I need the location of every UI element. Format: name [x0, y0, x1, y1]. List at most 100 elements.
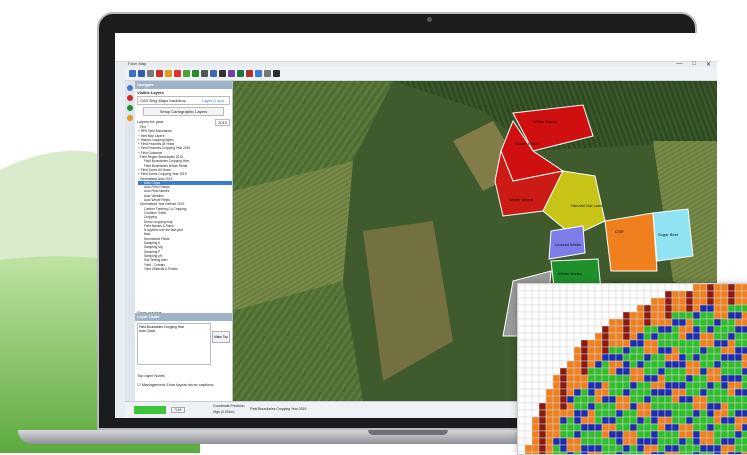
grid-cell	[552, 416, 561, 425]
grid-cell	[608, 318, 617, 327]
layer-order-list[interactable]: Field Boundaries Cropping Year Auto Crop…	[137, 323, 211, 365]
layer-tree[interactable]: - Text + RPA Field Boundaries + Inlet Map …	[135, 125, 232, 271]
grid-cell	[727, 388, 736, 397]
field-label: Winter Barley	[558, 271, 582, 276]
grid-cell	[671, 388, 680, 397]
grid-cell	[580, 430, 589, 439]
print-icon[interactable]	[147, 70, 154, 77]
basemap-select[interactable]: CAS Bing Maps backdrop Layer & opa...	[137, 96, 230, 105]
cursor-icon[interactable]	[273, 70, 280, 77]
delete-icon[interactable]	[246, 70, 253, 77]
coord-input[interactable]: 7169	[171, 407, 185, 413]
grid-cell	[713, 318, 722, 327]
grid-cell	[629, 402, 638, 411]
year-label: Layers for year	[137, 119, 164, 124]
make-top-button[interactable]: Make Top	[212, 331, 230, 343]
grid-cell	[643, 325, 652, 334]
grid-cell	[734, 437, 743, 446]
setup-layers-button[interactable]: Setup Cartographic Layers	[143, 107, 224, 116]
grid-cell	[629, 353, 638, 362]
zoom-in-icon[interactable]	[174, 70, 181, 77]
draw-icon[interactable]	[228, 70, 235, 77]
grid-cell	[699, 381, 708, 390]
grid-cell	[587, 325, 596, 334]
grid-icon[interactable]	[129, 70, 136, 77]
zoom-out-icon[interactable]	[201, 70, 208, 77]
grid-cell	[629, 381, 638, 390]
grid-cell	[601, 346, 610, 355]
grid-cell	[573, 395, 582, 404]
grid-cell	[650, 318, 659, 327]
year-select[interactable]: 2019	[215, 119, 230, 126]
grid-cell	[594, 374, 603, 383]
warning-icon[interactable]	[165, 70, 172, 77]
grid-cell	[678, 409, 687, 418]
grid-cell	[643, 374, 652, 383]
tools-icon[interactable]	[127, 115, 133, 121]
grid-cell	[713, 388, 722, 397]
grid-cell	[608, 444, 617, 453]
management-zone-checkbox[interactable]: ☐ Management Zone layers show captions	[135, 381, 216, 388]
grid-cell	[636, 367, 645, 376]
layer-tree-item[interactable]: Yield Oilseeds & Pulses	[138, 267, 232, 271]
grid-cell	[524, 423, 533, 432]
zone-grid-inset	[517, 283, 747, 455]
grid-cell	[650, 332, 659, 341]
field-icon[interactable]	[127, 105, 133, 111]
grid-cell	[636, 284, 645, 292]
visible-layers-title: Visible Layers	[137, 90, 164, 95]
crop-icon[interactable]	[127, 95, 133, 101]
select-icon[interactable]	[219, 70, 226, 77]
grid-cell	[615, 395, 624, 404]
layer-order-item[interactable]: Auto Crops	[139, 329, 209, 333]
field-osr[interactable]	[604, 212, 658, 272]
basemap-extra[interactable]: Layer & opa...	[202, 98, 227, 103]
grid-cell	[713, 451, 722, 454]
map-icon[interactable]	[192, 70, 199, 77]
measure-icon[interactable]	[237, 70, 244, 77]
info-icon[interactable]	[255, 70, 262, 77]
grid-cell	[608, 374, 617, 383]
grid-cell	[580, 367, 589, 376]
grid-cell	[720, 325, 729, 334]
grid-cell	[692, 346, 701, 355]
grid-cell	[594, 430, 603, 439]
grid-cell	[601, 297, 610, 306]
grid-cell	[615, 409, 624, 418]
grid-cell	[559, 388, 568, 397]
grid-cell	[741, 374, 747, 383]
grid-cell	[594, 304, 603, 313]
settings-icon[interactable]	[264, 70, 271, 77]
grid-cell	[650, 395, 659, 404]
save-icon[interactable]	[138, 70, 145, 77]
grid-cell	[692, 444, 701, 453]
grid-cell	[573, 332, 582, 341]
grid-cell	[566, 423, 575, 432]
field-label: Sugar Beet	[658, 232, 679, 237]
pan-icon[interactable]	[210, 70, 217, 77]
grid-cell	[741, 297, 747, 306]
grid-cell	[720, 402, 729, 411]
grid-cell	[531, 451, 540, 454]
grid-cell	[692, 353, 701, 362]
grid-cell	[657, 346, 666, 355]
grid-cell	[538, 451, 547, 454]
grid-cell	[622, 395, 631, 404]
grid-cell	[622, 437, 631, 446]
stop-icon[interactable]	[156, 70, 163, 77]
grid-cell	[720, 297, 729, 306]
grid-cell	[629, 284, 638, 292]
grid-cell	[580, 402, 589, 411]
navigate-icon[interactable]	[127, 85, 133, 91]
grid-cell	[692, 290, 701, 299]
grid-cell	[720, 332, 729, 341]
grid-cell	[713, 339, 722, 348]
grid-cell	[622, 325, 631, 334]
grid-cell	[692, 284, 701, 292]
grid-cell	[706, 374, 715, 383]
grid-cell	[706, 402, 715, 411]
grid-cell	[720, 374, 729, 383]
grid-cell	[706, 395, 715, 404]
layers-icon[interactable]	[183, 70, 190, 77]
grid-cell	[552, 290, 561, 299]
